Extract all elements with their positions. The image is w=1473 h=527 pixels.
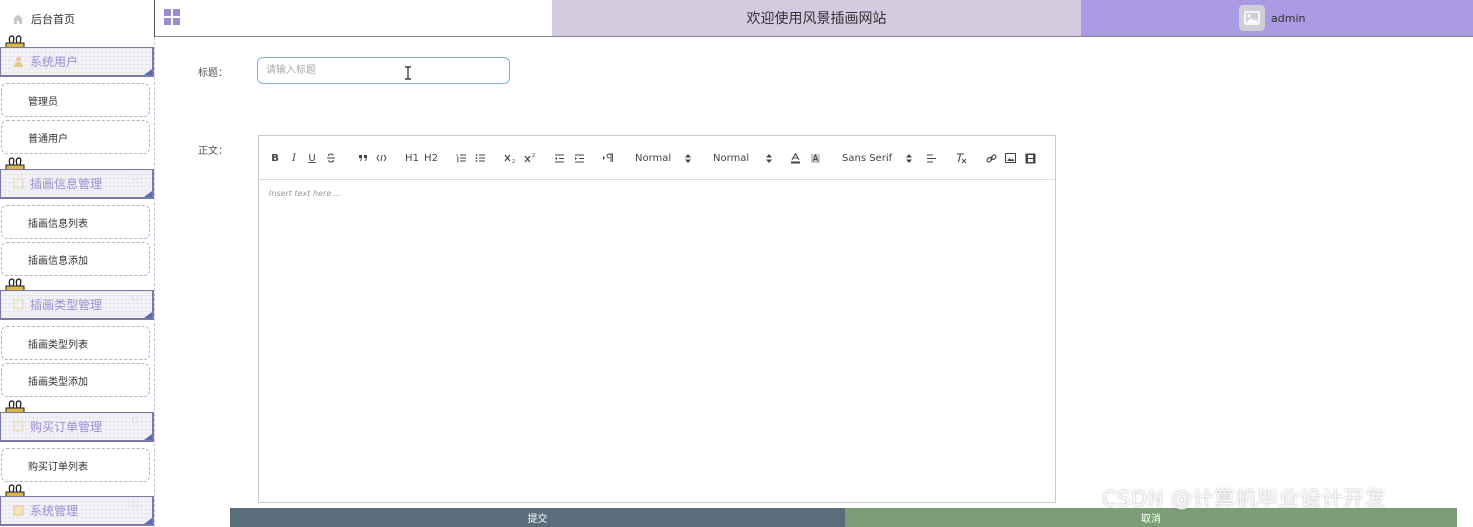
italic-button[interactable]: I [289, 151, 299, 165]
ordered-list-button[interactable] [455, 151, 467, 165]
rtl-icon [603, 153, 613, 162]
sidebar-item-admin[interactable]: 管理员 [1, 83, 150, 117]
link-icon [985, 153, 997, 163]
content-label: 正文： [198, 146, 228, 157]
bullet-list-icon [475, 154, 485, 162]
outdent-button[interactable] [553, 151, 565, 165]
image-icon [1004, 153, 1016, 163]
outdent-icon [554, 154, 564, 162]
sort-arrows-icon [685, 153, 692, 163]
font-picker-label: Sans Serif [842, 152, 893, 164]
sidebar-item-type-list[interactable]: 插画类型列表 [1, 326, 150, 360]
code-icon [375, 154, 387, 162]
image-placeholder-icon [1244, 11, 1260, 25]
watermark: CSDN @计算机毕业设计开发 [1102, 487, 1387, 511]
username: admin [1271, 11, 1306, 25]
sidebar-group-header[interactable]: 插画信息管理 [0, 169, 154, 199]
highlight-icon [810, 153, 820, 163]
size-picker[interactable]: Normal [635, 150, 692, 166]
font-color-button[interactable] [789, 151, 801, 165]
svg-text:2: 2 [532, 153, 535, 159]
font-color-icon [790, 152, 800, 163]
title-input[interactable] [257, 57, 510, 84]
sidebar-group-label: 购买订单管理 [30, 420, 103, 434]
rich-text-editor: B I U H1 H2 2 2 Normal Normal Sans Serif… [258, 135, 1056, 503]
align-left-icon [926, 153, 936, 163]
video-icon [1025, 153, 1035, 163]
quote-icon [359, 155, 367, 161]
bold-button[interactable]: B [270, 151, 280, 165]
superscript-icon: 2 [524, 153, 535, 163]
welcome-banner: 欢迎使用风景插画网站 [552, 0, 1081, 36]
text-cursor-icon [405, 66, 411, 80]
home-icon [13, 14, 23, 24]
sidebar-group-header[interactable]: 系统管理 [0, 496, 154, 526]
strike-button[interactable] [326, 151, 336, 165]
folder-icon [13, 178, 24, 189]
sidebar-item-type-add[interactable]: 插画类型添加 [1, 363, 150, 397]
blockquote-button[interactable] [357, 151, 369, 165]
subscript-icon: 2 [504, 154, 515, 163]
user-icon [14, 56, 23, 67]
sidebar-group-label: 系统管理 [30, 504, 79, 518]
menu-grid-icon[interactable] [164, 9, 180, 25]
strikethrough-icon [327, 153, 335, 163]
h1-button[interactable]: H1 [405, 151, 419, 165]
avatar [1239, 5, 1265, 31]
header-picker[interactable]: Normal [713, 150, 773, 166]
home-link[interactable]: 后台首页 [0, 0, 155, 37]
font-picker[interactable]: Sans Serif [842, 150, 913, 166]
folder-icon [13, 421, 24, 432]
size-picker-label: Normal [635, 152, 672, 164]
settings-icon [13, 505, 24, 516]
sort-arrows-icon [906, 153, 913, 163]
sidebar-item-illustration-list[interactable]: 插画信息列表 [1, 205, 150, 239]
h2-button[interactable]: H2 [424, 151, 438, 165]
background-color-button[interactable] [809, 151, 821, 165]
underline-button[interactable]: U [307, 151, 317, 165]
user-menu[interactable]: admin [1081, 0, 1473, 36]
code-block-button[interactable] [375, 151, 387, 165]
clear-format-button[interactable] [955, 151, 967, 165]
svg-text:2: 2 [512, 159, 515, 163]
sidebar-group-label: 插画类型管理 [30, 298, 103, 312]
sidebar-item-illustration-add[interactable]: 插画信息添加 [1, 242, 150, 276]
sidebar-item-normal-user[interactable]: 普通用户 [1, 120, 150, 154]
text-direction-button[interactable] [602, 151, 614, 165]
indent-button[interactable] [573, 151, 585, 165]
folder-icon [13, 299, 24, 310]
image-button[interactable] [1004, 151, 1016, 165]
welcome-text: 欢迎使用风景插画网站 [746, 11, 887, 27]
sidebar-group-header[interactable]: 插画类型管理 [0, 290, 154, 320]
editor-content[interactable]: Insert text here ... [269, 189, 341, 198]
link-button[interactable] [985, 151, 997, 165]
sort-arrows-icon [766, 153, 773, 163]
bullet-list-button[interactable] [474, 151, 486, 165]
sidebar-group-header[interactable]: 系统用户 [0, 47, 154, 77]
header-picker-label: Normal [713, 152, 750, 164]
clear-format-icon [957, 152, 967, 163]
align-button[interactable] [925, 151, 937, 165]
indent-icon [574, 154, 584, 162]
superscript-button[interactable]: 2 [524, 151, 536, 165]
sidebar-group-label: 插画信息管理 [30, 177, 103, 191]
home-label: 后台首页 [31, 12, 75, 26]
sidebar-group-label: 系统用户 [30, 55, 79, 69]
video-button[interactable] [1024, 151, 1036, 165]
sidebar-item-order-list[interactable]: 购买订单列表 [1, 448, 150, 482]
ordered-list-icon [456, 154, 466, 163]
sidebar-group-header[interactable]: 购买订单管理 [0, 412, 154, 442]
editor-toolbar: B I U H1 H2 2 2 Normal Normal Sans Serif [259, 136, 1055, 180]
title-label: 标题： [198, 68, 228, 79]
subscript-button[interactable]: 2 [504, 151, 516, 165]
top-bar: 后台首页 欢迎使用风景插画网站 admin [0, 0, 1473, 37]
sidebar: 系统用户 管理员 普通用户 插画信息管理 插画信息列表 插画信息添加 插画类型管… [0, 35, 155, 527]
submit-button[interactable]: 提交 [230, 508, 845, 527]
